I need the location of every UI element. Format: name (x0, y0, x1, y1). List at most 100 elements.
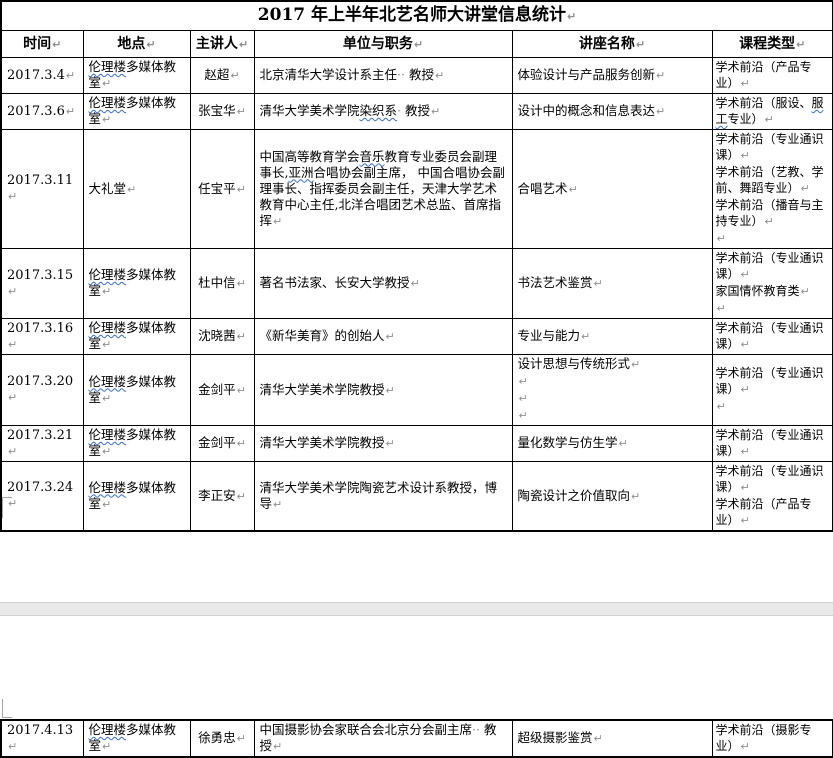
cell-unit[interactable]: 清华大学美术学院染织系· 教授↵ (254, 94, 512, 130)
paragraph: 2017.3.20↵ (7, 374, 79, 406)
paragraph: ↵ (716, 230, 830, 247)
column-header-speaker[interactable]: 主讲人↵ (190, 31, 254, 58)
text-run: 北京清华大学设计系主任 (260, 67, 398, 82)
column-header-course[interactable]: 课程类型↵ (712, 31, 833, 58)
cell-speaker[interactable]: 张宝华↵ (190, 94, 254, 130)
cell-place[interactable]: 伦理楼多媒体教室↵ (83, 720, 190, 757)
cell-unit[interactable]: 清华大学美术学院教授↵ (254, 355, 512, 426)
return-mark: ↵ (237, 183, 246, 196)
paragraph: 学术前沿（专业通识课）↵ (716, 320, 830, 353)
cell-time[interactable]: 2017.3.21↵ (1, 426, 83, 462)
paragraph: 伦理楼多媒体教室↵ (89, 722, 186, 755)
cell-speaker[interactable]: 金剑平↵ (190, 355, 254, 426)
column-header-place[interactable]: 地点↵ (83, 31, 190, 58)
paragraph: 2017.3.21↵ (7, 428, 79, 460)
cell-lecture[interactable]: 专业与能力↵ (512, 319, 712, 355)
paragraph: 杜中信↵ (195, 275, 250, 292)
paragraph: 体验设计与产品服务创新↵ (518, 67, 708, 84)
return-mark: ↵ (567, 10, 576, 23)
cell-place[interactable]: 伦理楼多媒体教室↵ (83, 319, 190, 355)
cell-course[interactable]: 学术前沿（产品专业）↵ (712, 58, 833, 94)
table-title-row: 2017 年上半年北艺名师大讲堂信息统计↵ (1, 1, 833, 31)
text-run: 清华大学美术学院教授 (260, 382, 385, 397)
text-boundary-mark-bottom (2, 699, 12, 718)
cell-place[interactable]: 伦理楼多媒体教室↵ (83, 94, 190, 130)
cell-lecture[interactable]: 合唱艺术↵ (512, 130, 712, 249)
cell-time[interactable]: 2017.3.24↵ (1, 462, 83, 532)
cell-course[interactable]: 学术前沿（专业通识课）↵↵ (712, 355, 833, 426)
cell-speaker[interactable]: 金剑平↵ (190, 426, 254, 462)
text-run: 专业与能力 (518, 328, 581, 343)
return-mark: ↵ (8, 338, 17, 351)
table-header-row: 时间↵地点↵主讲人↵单位与职务↵讲座名称↵课程类型↵ (1, 31, 833, 58)
column-header-unit[interactable]: 单位与职务↵ (254, 31, 512, 58)
paragraph: 学术前沿（艺教、学前、舞蹈专业）↵ (716, 164, 830, 197)
cell-time[interactable]: 2017.3.16↵ (1, 319, 83, 355)
cell-place[interactable]: 伦理楼多媒体教室↵ (83, 426, 190, 462)
cell-course[interactable]: 学术前沿（服设、服工专业）↵ (712, 94, 833, 130)
text-run: 李正安 (198, 488, 236, 503)
return-mark: ↵ (239, 38, 248, 51)
cell-unit[interactable]: 清华大学美术学院教授↵ (254, 426, 512, 462)
text-run: 学术前沿（产品专业） (716, 497, 812, 527)
document-page: 2017 年上半年北艺名师大讲堂信息统计↵时间↵地点↵主讲人↵单位与职务↵讲座名… (0, 0, 833, 757)
spellcheck-flagged-text: 染织系 (360, 103, 398, 118)
cell-time[interactable]: 2017.3.4↵ (1, 58, 83, 94)
cell-unit[interactable]: 著名书法家、长安大学教授↵ (254, 249, 512, 319)
cell-lecture[interactable]: 量化数学与仿生学↵ (512, 426, 712, 462)
return-mark: ↵ (594, 732, 603, 745)
text-run: 徐勇忠 (198, 730, 236, 745)
text-run: 教授 (409, 67, 434, 82)
cell-course[interactable]: 学术前沿（专业通识课）↵学术前沿（艺教、学前、舞蹈专业）↵学术前沿（播音与主持专… (712, 130, 833, 249)
cell-place[interactable]: 伦理楼多媒体教室↵ (83, 462, 190, 532)
column-header-lecture[interactable]: 讲座名称↵ (512, 31, 712, 58)
cell-course[interactable]: 学术前沿（专业通识课）↵学术前沿（产品专业）↵ (712, 462, 833, 532)
cell-time[interactable]: 2017.4.13↵ (1, 720, 83, 757)
return-mark: ↵ (717, 302, 726, 315)
cell-lecture[interactable]: 书法艺术鉴赏↵ (512, 249, 712, 319)
column-header-time[interactable]: 时间↵ (1, 31, 83, 58)
paragraph: 伦理楼多媒体教室↵ (89, 95, 186, 128)
paragraph: 学术前沿（播音与主持专业）↵ (716, 197, 830, 230)
return-mark: ↵ (102, 445, 111, 458)
cell-unit[interactable]: 中国高等教育学会音乐教育专业委员会副理事长,亚洲合唱协会副主席， 中国合唱协会副… (254, 130, 512, 249)
cell-lecture[interactable]: 陶瓷设计之价值取向↵ (512, 462, 712, 532)
cell-course[interactable]: 学术前沿（专业通识课）↵ (712, 426, 833, 462)
cell-time[interactable]: 2017.3.6↵ (1, 94, 83, 130)
cell-speaker[interactable]: 赵超↵ (190, 58, 254, 94)
cell-unit[interactable]: 中国摄影协会家联合会北京分会副主席·· 教授↵ (254, 720, 512, 757)
cell-place[interactable]: 伦理楼多媒体教室↵ (83, 58, 190, 94)
cell-time[interactable]: 2017.3.20↵ (1, 355, 83, 426)
return-mark: ↵ (435, 69, 444, 82)
cell-place[interactable]: 伦理楼多媒体教室↵ (83, 249, 190, 319)
cell-lecture[interactable]: 设计中的概念和信息表达↵ (512, 94, 712, 130)
paragraph: 2017.3.16↵ (7, 321, 79, 353)
cell-unit[interactable]: 清华大学美术学院陶瓷艺术设计系教授，博导↵ (254, 462, 512, 532)
cell-speaker[interactable]: 任宝平↵ (190, 130, 254, 249)
cell-speaker[interactable]: 李正安↵ (190, 462, 254, 532)
cell-unit[interactable]: 北京清华大学设计系主任·· 教授↵ (254, 58, 512, 94)
paragraph: 清华大学美术学院陶瓷艺术设计系教授，博导↵ (260, 480, 508, 513)
cell-course[interactable]: 学术前沿（摄影专业）↵ (712, 720, 833, 757)
cell-speaker[interactable]: 徐勇忠↵ (190, 720, 254, 757)
table-row: 2017.4.13↵伦理楼多媒体教室↵徐勇忠↵中国摄影协会家联合会北京分会副主席… (1, 720, 833, 757)
cell-speaker[interactable]: 沈晓茜↵ (190, 319, 254, 355)
cell-lecture[interactable]: 设计思想与传统形式↵↵↵↵ (512, 355, 712, 426)
text-run: 书法艺术鉴赏 (518, 275, 593, 290)
cell-place[interactable]: 伦理楼多媒体教室↵ (83, 355, 190, 426)
cell-time[interactable]: 2017.3.15↵ (1, 249, 83, 319)
return-mark: ↵ (631, 490, 640, 503)
cell-lecture[interactable]: 超级摄影鉴赏↵ (512, 720, 712, 757)
table-title[interactable]: 2017 年上半年北艺名师大讲堂信息统计↵ (1, 1, 833, 31)
return-mark: ↵ (801, 182, 810, 195)
return-mark: ↵ (237, 490, 246, 503)
cell-lecture[interactable]: 体验设计与产品服务创新↵ (512, 58, 712, 94)
cell-speaker[interactable]: 杜中信↵ (190, 249, 254, 319)
paragraph: 学术前沿（专业通识课）↵ (716, 427, 830, 460)
return-mark: ↵ (717, 232, 726, 245)
cell-course[interactable]: 学术前沿（专业通识课）↵ (712, 319, 833, 355)
cell-place[interactable]: 大礼堂↵ (83, 130, 190, 249)
cell-course[interactable]: 学术前沿（专业通识课）↵家国情怀教育类↵↵ (712, 249, 833, 319)
cell-time[interactable]: 2017.3.11↵ (1, 130, 83, 249)
cell-unit[interactable]: 《新华美育》的创始人↵ (254, 319, 512, 355)
